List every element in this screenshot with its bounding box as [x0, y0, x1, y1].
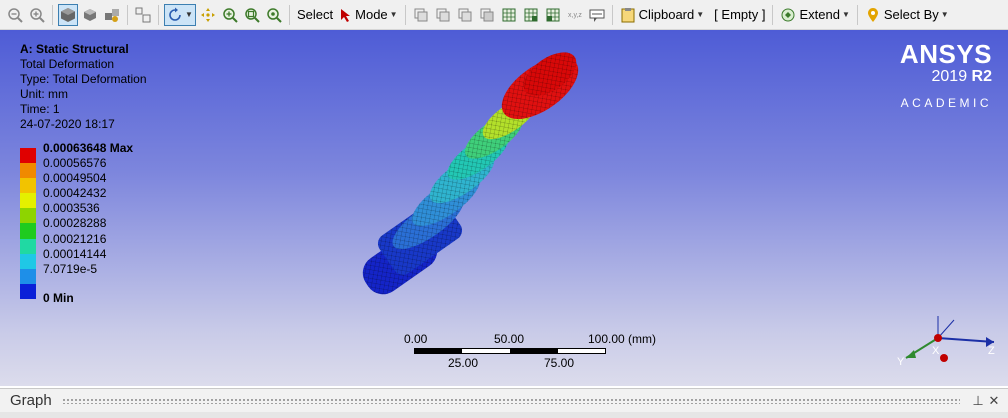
legend-value-label: 0.00063648 Max — [43, 141, 134, 155]
zoom-in-icon[interactable] — [27, 4, 47, 26]
svg-text:x,y,z: x,y,z — [568, 12, 582, 19]
panel-grip[interactable] — [61, 397, 960, 404]
legend-color-swatch — [20, 178, 36, 194]
legend-value-label: 7.0719e-5 — [43, 261, 98, 276]
select-element-icon[interactable] — [543, 4, 563, 26]
mode-dropdown[interactable]: Mode ▼ — [336, 4, 400, 26]
body-select-icon[interactable] — [58, 3, 78, 26]
legend-value-label: 0.00056576 — [43, 156, 107, 171]
coordinate-system-icon[interactable]: x,y,z — [565, 4, 585, 26]
legend-value-label: 0.0003536 — [43, 201, 100, 216]
extend-dropdown[interactable]: Extend ▼ — [777, 4, 852, 26]
legend-value-label: 0.00042432 — [43, 186, 107, 201]
result-title: A: Static Structural — [20, 42, 129, 56]
extend-icon — [781, 8, 795, 21]
toolbar-separator — [52, 4, 53, 25]
cursor-icon — [341, 8, 351, 22]
result-unit: Unit: mm — [20, 87, 68, 101]
select-by-label: Select By — [883, 7, 939, 22]
select-body-icon[interactable] — [477, 4, 497, 26]
graph-panel-body — [0, 412, 1008, 418]
result-date: 24-07-2020 18:17 — [20, 117, 115, 131]
multi-body-icon[interactable] — [102, 4, 122, 26]
clipboard-label: Clipboard — [638, 7, 695, 22]
legend-color-swatch — [20, 268, 36, 284]
legend-value-label: 0.00028288 — [43, 216, 107, 231]
box-zoom-icon[interactable] — [133, 4, 153, 26]
scale-label-0: 0.00 — [404, 332, 428, 346]
scale-label-100: 100.00 (mm) — [588, 332, 657, 346]
result-info: A: Static Structural Total Deformation T… — [20, 42, 147, 132]
result-type: Type: Total Deformation — [20, 72, 147, 86]
select-mesh-icon[interactable] — [499, 4, 519, 26]
triad-y-label: Y — [897, 356, 905, 368]
logo-brand: ANSYS — [899, 39, 992, 69]
graph-panel-title: Graph — [10, 392, 52, 409]
toolbar-separator — [772, 4, 774, 25]
triad-z-label: Z — [988, 345, 995, 357]
box-zoom-magnifier-icon[interactable] — [264, 4, 284, 26]
graphics-viewport[interactable]: A: Static Structural Total Deformation T… — [0, 30, 1008, 386]
zoom-out-icon[interactable] — [5, 4, 25, 26]
model-deformation-plot[interactable] — [350, 44, 590, 334]
scale-bar: 0.00 50.00 100.00 (mm) 25.00 75.00 — [390, 332, 660, 372]
clipboard-dropdown[interactable]: Clipboard ▼ — [617, 4, 708, 26]
toolbar-separator — [856, 4, 858, 25]
zoom-to-fit-icon[interactable] — [242, 4, 262, 26]
mode-label: Mode — [355, 7, 388, 22]
close-panel-icon[interactable]: ✕ — [986, 393, 1002, 409]
scale-label-75: 75.00 — [544, 356, 575, 370]
toolbar-separator — [611, 4, 613, 25]
face-select-icon[interactable] — [80, 4, 100, 26]
toolbar-separator — [158, 4, 159, 25]
scale-ruler — [414, 348, 606, 354]
select-by-dropdown[interactable]: Select By ▼ — [862, 4, 952, 26]
pan-icon[interactable] — [198, 4, 218, 26]
legend-color-swatch — [20, 238, 36, 254]
legend-color-swatch — [20, 208, 36, 224]
legend-color-swatch — [20, 163, 36, 179]
coordinate-triad[interactable]: Z Y X — [894, 310, 1004, 380]
ansys-logo: ANSYS 2019 R2 ACADEMIC — [900, 40, 992, 110]
select-button[interactable]: Select — [294, 4, 336, 26]
logo-version: 2019 — [931, 68, 968, 85]
scale-label-50: 50.00 — [494, 332, 525, 346]
legend-value-label: 0 Min — [43, 290, 74, 305]
select-face-icon[interactable] — [455, 4, 475, 26]
legend-color-swatch — [20, 193, 36, 209]
toolbar: ▼ Select Mode ▼ x,y,z Clipboard ▼ [ Empty … — [0, 0, 1008, 30]
triad-x-label: X — [932, 345, 940, 357]
legend-value-label: 0.00049504 — [43, 171, 107, 186]
legend-color-swatch — [20, 253, 36, 269]
select-vertex-icon[interactable] — [411, 4, 431, 26]
select-edge-icon[interactable] — [433, 4, 453, 26]
scale-label-25: 25.00 — [448, 356, 479, 370]
zoom-icon[interactable] — [220, 4, 240, 26]
clipboard-empty-status: [ Empty ] — [714, 7, 766, 22]
extend-label: Extend — [799, 7, 840, 22]
pin-icon — [867, 7, 878, 22]
clipboard-icon — [621, 7, 635, 22]
result-time: Time: 1 — [20, 102, 60, 116]
logo-release: R2 — [971, 68, 992, 85]
toolbar-separator — [289, 4, 290, 25]
result-name: Total Deformation — [20, 57, 115, 71]
logo-edition: ACADEMIC — [900, 96, 992, 110]
select-node-icon[interactable] — [521, 4, 541, 26]
rotate-icon[interactable]: ▼ — [164, 3, 196, 26]
label-icon[interactable] — [587, 4, 607, 26]
legend-color-swatch — [20, 148, 36, 164]
graph-panel-header[interactable]: Graph ⊥ ✕ — [0, 388, 1008, 412]
legend-value-label: 0.00014144 — [43, 246, 107, 261]
legend-color-swatch — [20, 223, 36, 239]
legend-value-label: 0.00021216 — [43, 231, 107, 246]
pin-panel-icon[interactable]: ⊥ — [970, 393, 986, 409]
toolbar-separator — [127, 4, 128, 25]
toolbar-separator — [404, 4, 406, 25]
legend-color-swatch — [20, 283, 36, 299]
